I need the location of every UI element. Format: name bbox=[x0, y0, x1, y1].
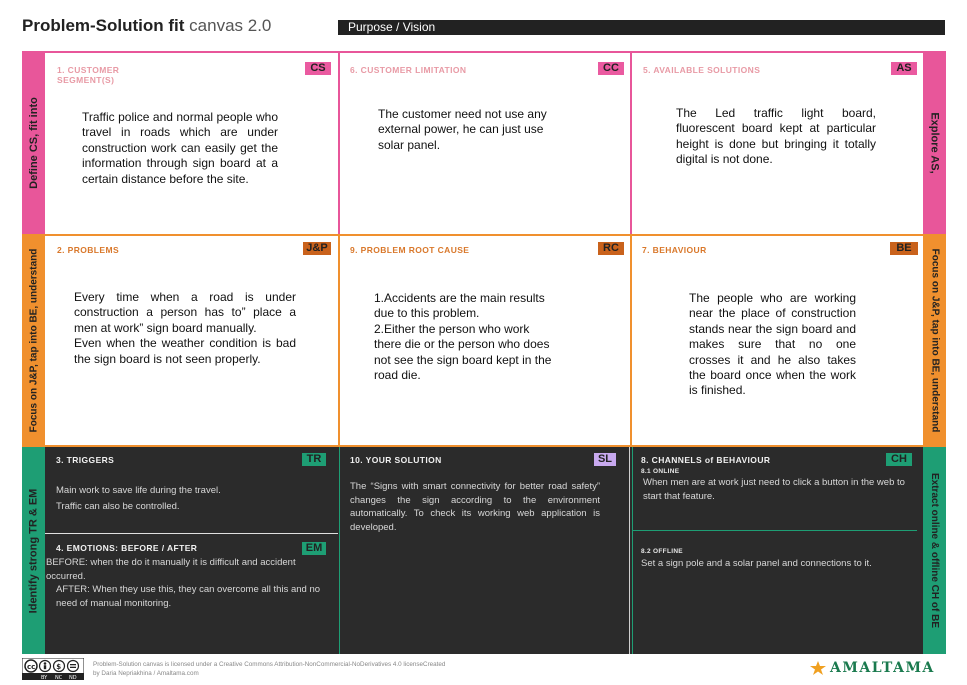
em-text-1: BEFORE: when the do it manually it is di… bbox=[46, 557, 296, 582]
block-customer-segments[interactable]: 1. CUSTOMER SEGMENT(S) CS Traffic police… bbox=[45, 53, 338, 234]
band-right-extract: Extract online & offline CH of BE bbox=[923, 447, 946, 654]
em-label: 4. EMOTIONS: BEFORE / AFTER bbox=[56, 543, 198, 553]
band-right-focus-label: Focus on J&P, tap into BE, understand bbox=[929, 248, 941, 433]
band-left-identify: Identify strong TR & EM bbox=[22, 447, 45, 654]
cs-label-line1: 1. CUSTOMER bbox=[57, 65, 120, 75]
em-tag: EM bbox=[302, 542, 326, 555]
block-your-solution[interactable]: 10. YOUR SOLUTION SL The “Signs with sma… bbox=[340, 447, 629, 654]
tr-label: 3. TRIGGERS bbox=[56, 455, 115, 465]
be-label: 7. BEHAVIOUR bbox=[642, 245, 707, 255]
band-right-extract-label: Extract online & offline CH of BE bbox=[929, 472, 941, 629]
bottom-divider-2 bbox=[629, 447, 630, 654]
band-left-focus-label: Focus on J&P, tap into BE, understand bbox=[28, 248, 40, 433]
title-bold: Problem-Solution fit bbox=[22, 16, 185, 35]
ch-online-label: 8.1 ONLINE bbox=[641, 468, 680, 475]
rc-tag: RC bbox=[598, 242, 624, 255]
as-text: The Led traffic light board, fluorescent… bbox=[676, 106, 876, 167]
logo-text: AMALTAMA bbox=[830, 660, 935, 676]
cc-icon: cc $ BY NC ND bbox=[21, 657, 85, 681]
band-left-identify-label: Identify strong TR & EM bbox=[27, 488, 40, 613]
jp-text-1: Every time when a road is under construc… bbox=[74, 290, 296, 335]
ch-offline-text: Set a sign pole and a solar panel and co… bbox=[641, 558, 872, 569]
block-behaviour[interactable]: 7. BEHAVIOUR BE The people who are worki… bbox=[632, 236, 923, 445]
ch-online-text: When men are at work just need to click … bbox=[643, 477, 905, 502]
jp-text-2: Even when the weather condition is bad t… bbox=[74, 336, 296, 366]
tr-text-2: Traffic can also be controlled. bbox=[56, 500, 180, 512]
sl-label: 10. YOUR SOLUTION bbox=[350, 455, 442, 465]
block-triggers[interactable]: 3. TRIGGERS TR Main work to save life du… bbox=[45, 447, 338, 533]
sl-text: The “Signs with smart connectivity for b… bbox=[350, 481, 600, 533]
ch-tag: CH bbox=[886, 453, 912, 466]
rc-label: 9. PROBLEM ROOT CAUSE bbox=[350, 245, 470, 255]
svg-text:NC: NC bbox=[55, 675, 63, 680]
tr-text: Main work to save life during the travel… bbox=[56, 484, 326, 513]
tr-text-1: Main work to save life during the travel… bbox=[56, 485, 221, 496]
as-label: 5. AVAILABLE SOLUTIONS bbox=[643, 65, 761, 75]
block-available-solutions[interactable]: 5. AVAILABLE SOLUTIONS AS The Led traffi… bbox=[632, 53, 923, 234]
star-burst-icon bbox=[810, 661, 826, 675]
creative-commons-badge: cc $ BY NC ND bbox=[21, 657, 85, 681]
channels-divider bbox=[633, 530, 917, 531]
page-title: Problem-Solution fit canvas 2.0 bbox=[22, 16, 271, 36]
rc-text-1: 1.Accidents are the main results due to … bbox=[374, 291, 545, 321]
band-right-explore: Explore AS, bbox=[923, 51, 946, 234]
jp-label: 2. PROBLEMS bbox=[57, 245, 120, 255]
block-root-cause[interactable]: 9. PROBLEM ROOT CAUSE RC 1.Accidents are… bbox=[340, 236, 630, 445]
block-customer-limitation[interactable]: 6. CUSTOMER LIMITATION CC The customer n… bbox=[340, 53, 630, 234]
ch-offline-label: 8.2 OFFLINE bbox=[641, 548, 683, 555]
cs-tag: CS bbox=[305, 62, 331, 75]
band-left-focus: Focus on J&P, tap into BE, understand bbox=[22, 234, 45, 447]
svg-text:ND: ND bbox=[69, 675, 77, 680]
band-right-explore-label: Explore AS, bbox=[928, 111, 941, 174]
band-right-focus: Focus on J&P, tap into BE, understand bbox=[923, 234, 946, 447]
band-left-define-label: Define CS, fit into bbox=[27, 96, 40, 189]
ch-label: 8. CHANNELS of BEHAVIOUR bbox=[641, 455, 771, 465]
cs-label-line2: SEGMENT(S) bbox=[57, 75, 115, 85]
rc-text-2: 2.Either the person who work there die o… bbox=[374, 321, 552, 383]
em-text: BEFORE: when the do it manually it is di… bbox=[46, 556, 328, 610]
cc-label: 6. CUSTOMER LIMITATION bbox=[350, 65, 467, 75]
block-channels[interactable]: 8. CHANNELS of BEHAVIOUR CH 8.1 ONLINE W… bbox=[633, 447, 923, 654]
be-tag: BE bbox=[890, 242, 918, 255]
svg-text:BY: BY bbox=[41, 675, 48, 680]
em-text-2: AFTER: When they use this, they can over… bbox=[56, 584, 321, 609]
cc-text: The customer need not use any external p… bbox=[378, 107, 547, 152]
block-problems[interactable]: 2. PROBLEMS J&P Every time when a road i… bbox=[45, 236, 338, 445]
cs-label: 1. CUSTOMER SEGMENT(S) bbox=[57, 65, 119, 85]
title-light: canvas 2.0 bbox=[189, 16, 272, 35]
license-text: Problem-Solution canvas is licensed unde… bbox=[93, 660, 513, 678]
author-line[interactable]: by Daria Nepriakhina / Amaltama.com bbox=[93, 669, 513, 678]
license-line: Problem-Solution canvas is licensed unde… bbox=[93, 661, 446, 668]
svg-text:cc: cc bbox=[27, 663, 35, 671]
svg-text:$: $ bbox=[56, 663, 61, 671]
purpose-vision-bar[interactable]: Purpose / Vision bbox=[338, 20, 945, 35]
block-emotions[interactable]: 4. EMOTIONS: BEFORE / AFTER EM BEFORE: w… bbox=[45, 534, 338, 654]
as-tag: AS bbox=[891, 62, 917, 75]
cc-tag: CC bbox=[598, 62, 624, 75]
tr-tag: TR bbox=[302, 453, 326, 466]
be-text: The people who are working near the plac… bbox=[689, 291, 856, 398]
jp-tag: J&P bbox=[303, 242, 331, 255]
jp-text: Every time when a road is under construc… bbox=[74, 290, 296, 367]
amaltama-logo[interactable]: AMALTAMA bbox=[810, 660, 935, 676]
rc-text: 1.Accidents are the main results due to … bbox=[374, 291, 560, 383]
cs-text: Traffic police and normal people who tra… bbox=[82, 110, 278, 186]
sl-tag: SL bbox=[594, 453, 616, 466]
band-left-define: Define CS, fit into bbox=[22, 51, 45, 234]
